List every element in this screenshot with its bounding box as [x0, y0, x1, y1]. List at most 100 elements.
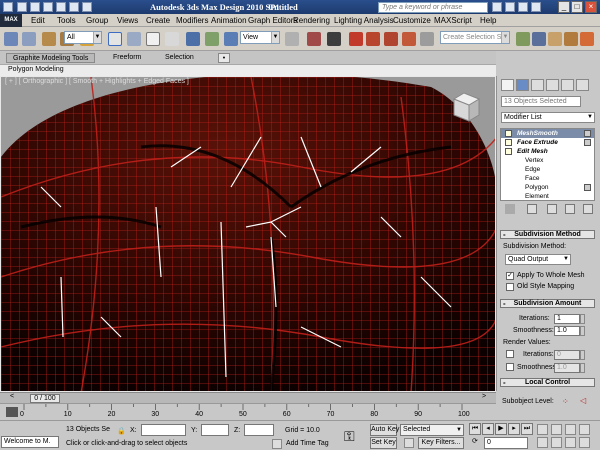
mirror-icon[interactable]: [516, 32, 530, 46]
rollout-local-control[interactable]: - Local Control: [500, 378, 595, 387]
spinner-arrows-icon[interactable]: [580, 326, 585, 336]
binoculars-icon[interactable]: [492, 2, 502, 12]
configure-sets-icon[interactable]: [583, 204, 593, 214]
key-mode-dropdown[interactable]: Selected ▼: [400, 424, 464, 436]
go-to-start-icon[interactable]: ⏮: [469, 423, 481, 435]
stack-sub-edge[interactable]: Edge: [501, 165, 594, 174]
edge-level-icon[interactable]: ◁: [580, 396, 586, 405]
search-input[interactable]: Type a keyword or phrase: [378, 2, 488, 13]
key-mode-toggle-icon[interactable]: ⟳: [472, 437, 478, 445]
spinner-arrows-icon[interactable]: [580, 314, 585, 324]
new-file-icon[interactable]: [17, 2, 27, 12]
create-tab-icon[interactable]: [501, 79, 514, 91]
tab-selection[interactable]: Selection: [165, 53, 194, 63]
key-filters-button[interactable]: Key Filters...: [418, 437, 464, 449]
lightbulb-icon[interactable]: [505, 139, 512, 146]
zoom-icon[interactable]: [537, 424, 548, 435]
keyboard-shortcut-icon[interactable]: [327, 32, 341, 46]
menu-lighting-analysis[interactable]: Lighting Analysis: [334, 16, 394, 25]
render-icon[interactable]: [580, 32, 594, 46]
render-iterations-checkbox[interactable]: [506, 350, 514, 358]
close-button[interactable]: ×: [585, 1, 597, 13]
modifier-list-dropdown[interactable]: Modifier List ▼: [501, 112, 595, 123]
select-object-icon[interactable]: [108, 32, 122, 46]
modify-tab-icon[interactable]: [516, 79, 529, 91]
spinner-snap-icon[interactable]: [402, 32, 416, 46]
menu-tools[interactable]: Tools: [57, 16, 76, 25]
utilities-tab-icon[interactable]: [576, 79, 589, 91]
viewport-label[interactable]: [ + ] [ Orthographic ] [ Smooth + Highli…: [5, 78, 189, 85]
lightbulb-icon[interactable]: [505, 130, 512, 137]
zoom-extents-icon[interactable]: [565, 424, 576, 435]
z-coordinate-field[interactable]: [244, 424, 274, 436]
select-manipulate-icon[interactable]: [307, 32, 321, 46]
menu-edit[interactable]: Edit: [31, 16, 45, 25]
selection-name-field[interactable]: 13 Objects Selected: [501, 96, 581, 107]
make-unique-icon[interactable]: [547, 204, 557, 214]
menu-help[interactable]: Help: [480, 16, 496, 25]
tab-graphite-modeling-tools[interactable]: Graphite Modeling Tools: [6, 53, 96, 63]
render-smoothness-spinner[interactable]: 1.0: [554, 363, 585, 373]
app-menu-icon[interactable]: [3, 2, 13, 12]
percent-snap-icon[interactable]: [384, 32, 398, 46]
key-icon[interactable]: ⚿: [344, 428, 355, 445]
menu-animation[interactable]: Animation: [211, 16, 247, 25]
time-tag-icon[interactable]: [272, 439, 282, 449]
window-crossing-icon[interactable]: [165, 32, 179, 46]
hierarchy-tab-icon[interactable]: [531, 79, 544, 91]
scale-icon[interactable]: [224, 32, 238, 46]
stack-sub-polygon[interactable]: Polygon: [501, 183, 594, 192]
rollout-subdivision-amount[interactable]: - Subdivision Amount: [500, 299, 595, 308]
stack-item-meshsmooth[interactable]: MeshSmooth: [501, 129, 594, 138]
previous-frame-icon[interactable]: ◂: [482, 423, 494, 435]
stack-item-face-extrude[interactable]: Face Extrude: [501, 138, 594, 147]
smoothness-spinner[interactable]: 1.0: [554, 326, 585, 336]
zoom-all-icon[interactable]: [551, 424, 562, 435]
track-bar[interactable]: 0 10 20 30 40 50 60 70 80 90 100: [0, 403, 496, 420]
align-icon[interactable]: [532, 32, 546, 46]
apply-whole-mesh-checkbox[interactable]: ✓: [506, 272, 514, 280]
rollout-subdivision-method[interactable]: - Subdivision Method: [500, 230, 595, 239]
save-file-icon[interactable]: [43, 2, 53, 12]
subdivision-method-dropdown[interactable]: Quad Output ▼: [505, 254, 571, 265]
y-coordinate-field[interactable]: [201, 424, 229, 436]
stack-sub-face[interactable]: Face: [501, 174, 594, 183]
menu-views[interactable]: Views: [117, 16, 138, 25]
pin-stack-icon[interactable]: [505, 204, 515, 214]
vertex-level-icon[interactable]: ⁘: [562, 397, 569, 406]
time-slider-thumb[interactable]: 0 / 100: [30, 394, 60, 403]
stack-config-icon[interactable]: [584, 184, 591, 191]
slider-prev-icon[interactable]: <: [10, 393, 14, 400]
play-icon[interactable]: ▶: [495, 423, 507, 435]
viewport-orthographic[interactable]: [ + ] [ Orthographic ] [ Smooth + Highli…: [0, 76, 496, 392]
ribbon-polygon-modeling[interactable]: Polygon Modeling: [8, 66, 64, 73]
auto-key-button[interactable]: Auto Key: [370, 424, 399, 436]
material-editor-icon[interactable]: [564, 32, 578, 46]
reference-coordinate-dropdown[interactable]: View ▼: [240, 31, 280, 44]
add-time-tag[interactable]: Add Time Tag: [286, 440, 329, 447]
menu-create[interactable]: Create: [146, 16, 170, 25]
lock-selection-icon[interactable]: 🔒: [117, 427, 126, 435]
zoom-extents-all-icon[interactable]: [579, 424, 590, 435]
time-slider[interactable]: 0 / 100 < >: [0, 392, 496, 403]
star-icon[interactable]: [518, 2, 528, 12]
x-coordinate-field[interactable]: [141, 424, 186, 436]
spinner-arrows-icon[interactable]: [580, 363, 585, 373]
undo-icon[interactable]: [56, 2, 66, 12]
stack-config-icon[interactable]: [584, 139, 591, 146]
key-filter-icon[interactable]: [404, 438, 414, 448]
render-smoothness-checkbox[interactable]: [506, 363, 514, 371]
angle-snap-icon[interactable]: [366, 32, 380, 46]
menu-rendering[interactable]: Rendering: [293, 16, 330, 25]
remove-modifier-icon[interactable]: [565, 204, 575, 214]
help-icon[interactable]: [531, 2, 541, 12]
set-key-button[interactable]: Set Key: [370, 437, 397, 449]
link-icon[interactable]: [42, 32, 56, 46]
move-icon[interactable]: [186, 32, 200, 46]
project-folder-icon[interactable]: [82, 2, 92, 12]
redo-toolbar-icon[interactable]: [22, 32, 36, 46]
redo-icon[interactable]: [69, 2, 79, 12]
spinner-arrows-icon[interactable]: [580, 350, 585, 360]
render-iterations-spinner[interactable]: 0: [554, 350, 585, 360]
stack-sub-element[interactable]: Element: [501, 192, 594, 200]
